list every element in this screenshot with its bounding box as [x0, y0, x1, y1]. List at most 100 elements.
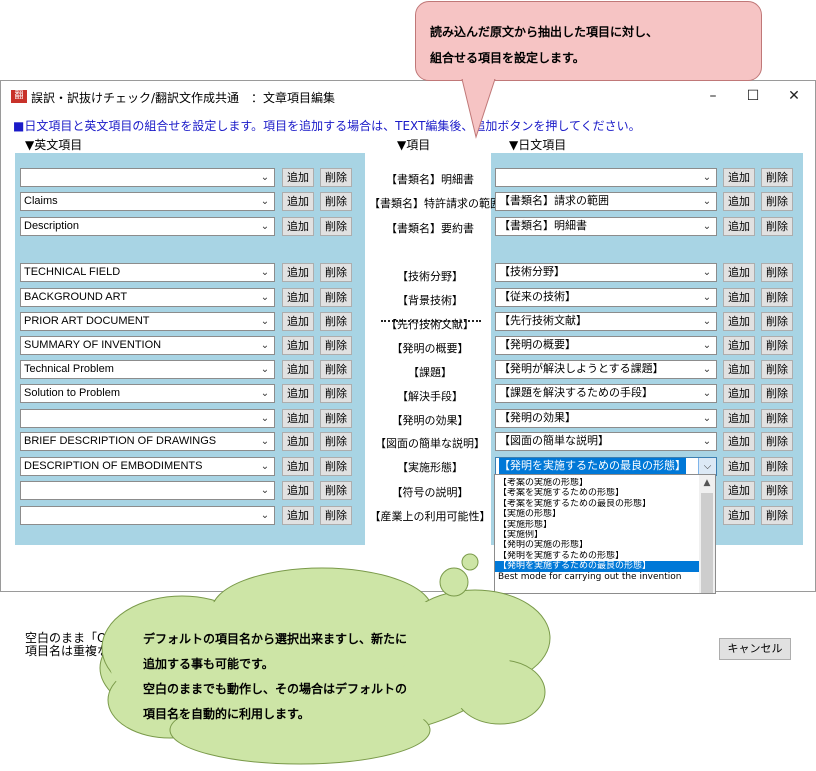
english-item-combo[interactable]: Technical Problem ⌄ — [20, 360, 275, 379]
chevron-down-icon[interactable]: ⌄ — [698, 361, 716, 378]
japanese-delete-button[interactable]: 削除 — [761, 336, 793, 355]
english-item-combo[interactable]: TECHNICAL FIELD ⌄ — [20, 263, 275, 282]
japanese-item-combo[interactable]: 【発明の概要】 ⌄ — [495, 336, 717, 355]
japanese-item-combo[interactable]: 【先行技術文献】 ⌄ — [495, 312, 717, 331]
chevron-down-icon[interactable]: ⌄ — [698, 169, 716, 186]
english-add-button[interactable]: 追加 — [282, 336, 314, 355]
japanese-item-combo[interactable]: 【発明が解決しようとする課題】 ⌄ — [495, 360, 717, 379]
chevron-down-icon[interactable]: ⌵ — [698, 458, 716, 475]
japanese-add-button[interactable]: 追加 — [723, 312, 755, 331]
chevron-down-icon[interactable]: ⌄ — [698, 385, 716, 402]
japanese-add-button[interactable]: 追加 — [723, 217, 755, 236]
japanese-delete-button[interactable]: 削除 — [761, 217, 793, 236]
english-delete-button[interactable]: 削除 — [320, 263, 352, 282]
english-add-button[interactable]: 追加 — [282, 217, 314, 236]
japanese-item-combo[interactable]: 【図面の簡単な説明】 ⌄ — [495, 432, 717, 451]
chevron-down-icon[interactable]: ⌄ — [256, 264, 274, 281]
japanese-delete-button[interactable]: 削除 — [761, 312, 793, 331]
chevron-down-icon[interactable]: ⌄ — [256, 458, 274, 475]
english-add-button[interactable]: 追加 — [282, 312, 314, 331]
japanese-item-combo[interactable]: 【技術分野】 ⌄ — [495, 263, 717, 282]
japanese-delete-button[interactable]: 削除 — [761, 432, 793, 451]
japanese-add-button[interactable]: 追加 — [723, 168, 755, 187]
dropdown-option[interactable]: 【考案の実施の形態】 — [495, 478, 699, 488]
japanese-add-button[interactable]: 追加 — [723, 506, 755, 525]
close-button[interactable]: ✕ — [779, 85, 809, 107]
english-add-button[interactable]: 追加 — [282, 360, 314, 379]
japanese-add-button[interactable]: 追加 — [723, 432, 755, 451]
english-add-button[interactable]: 追加 — [282, 288, 314, 307]
english-item-combo[interactable]: DESCRIPTION OF EMBODIMENTS ⌄ — [20, 457, 275, 476]
english-add-button[interactable]: 追加 — [282, 168, 314, 187]
english-add-button[interactable]: 追加 — [282, 506, 314, 525]
dropdown-option[interactable]: 【実施の形態】 — [495, 509, 699, 519]
japanese-delete-button[interactable]: 削除 — [761, 481, 793, 500]
japanese-delete-button[interactable]: 削除 — [761, 192, 793, 211]
english-delete-button[interactable]: 削除 — [320, 192, 352, 211]
japanese-delete-button[interactable]: 削除 — [761, 288, 793, 307]
english-item-combo[interactable]: Solution to Problem ⌄ — [20, 384, 275, 403]
chevron-down-icon[interactable]: ⌄ — [698, 193, 716, 210]
dropdown-option[interactable]: 【考案を実施するための形態】 — [495, 488, 699, 498]
english-item-combo[interactable]: ⌄ — [20, 506, 275, 525]
english-add-button[interactable]: 追加 — [282, 409, 314, 428]
japanese-add-button[interactable]: 追加 — [723, 336, 755, 355]
english-delete-button[interactable]: 削除 — [320, 288, 352, 307]
english-delete-button[interactable]: 削除 — [320, 432, 352, 451]
japanese-delete-button[interactable]: 削除 — [761, 384, 793, 403]
chevron-down-icon[interactable]: ⌄ — [256, 507, 274, 524]
japanese-delete-button[interactable]: 削除 — [761, 360, 793, 379]
japanese-add-button[interactable]: 追加 — [723, 288, 755, 307]
english-add-button[interactable]: 追加 — [282, 481, 314, 500]
english-delete-button[interactable]: 削除 — [320, 457, 352, 476]
english-item-combo[interactable]: ⌄ — [20, 168, 275, 187]
chevron-down-icon[interactable]: ⌄ — [256, 218, 274, 235]
chevron-down-icon[interactable]: ⌄ — [698, 337, 716, 354]
japanese-item-combo[interactable]: 【書類名】明細書 ⌄ — [495, 217, 717, 236]
english-add-button[interactable]: 追加 — [282, 384, 314, 403]
dropdown-option[interactable]: 【実施形態】 — [495, 520, 699, 530]
english-delete-button[interactable]: 削除 — [320, 312, 352, 331]
chevron-down-icon[interactable]: ⌄ — [256, 169, 274, 186]
maximize-button[interactable]: ☐ — [738, 85, 768, 107]
chevron-down-icon[interactable]: ⌄ — [256, 313, 274, 330]
japanese-item-combo[interactable]: 【課題を解決するための手段】 ⌄ — [495, 384, 717, 403]
chevron-down-icon[interactable]: ⌄ — [256, 433, 274, 450]
english-add-button[interactable]: 追加 — [282, 457, 314, 476]
chevron-down-icon[interactable]: ⌄ — [698, 410, 716, 427]
english-add-button[interactable]: 追加 — [282, 263, 314, 282]
japanese-item-combo[interactable]: ⌄ — [495, 168, 717, 187]
japanese-delete-button[interactable]: 削除 — [761, 409, 793, 428]
chevron-down-icon[interactable]: ⌄ — [698, 218, 716, 235]
japanese-add-button[interactable]: 追加 — [723, 457, 755, 476]
english-delete-button[interactable]: 削除 — [320, 506, 352, 525]
minimize-button[interactable]: – — [698, 85, 728, 107]
english-item-combo[interactable]: BACKGROUND ART ⌄ — [20, 288, 275, 307]
japanese-item-combo[interactable]: 【書類名】請求の範囲 ⌄ — [495, 192, 717, 211]
japanese-add-button[interactable]: 追加 — [723, 481, 755, 500]
japanese-add-button[interactable]: 追加 — [723, 192, 755, 211]
japanese-delete-button[interactable]: 削除 — [761, 263, 793, 282]
japanese-delete-button[interactable]: 削除 — [761, 506, 793, 525]
english-item-combo[interactable]: PRIOR ART DOCUMENT ⌄ — [20, 312, 275, 331]
japanese-add-button[interactable]: 追加 — [723, 263, 755, 282]
japanese-add-button[interactable]: 追加 — [723, 409, 755, 428]
japanese-item-combo[interactable]: 【発明の効果】 ⌄ — [495, 409, 717, 428]
english-item-combo[interactable]: ⌄ — [20, 481, 275, 500]
chevron-down-icon[interactable]: ⌄ — [698, 264, 716, 281]
japanese-delete-button[interactable]: 削除 — [761, 168, 793, 187]
chevron-down-icon[interactable]: ⌄ — [698, 313, 716, 330]
chevron-down-icon[interactable]: ⌄ — [256, 289, 274, 306]
english-item-combo[interactable]: ⌄ — [20, 409, 275, 428]
english-delete-button[interactable]: 削除 — [320, 384, 352, 403]
japanese-add-button[interactable]: 追加 — [723, 384, 755, 403]
chevron-down-icon[interactable]: ⌄ — [256, 482, 274, 499]
english-add-button[interactable]: 追加 — [282, 432, 314, 451]
japanese-add-button[interactable]: 追加 — [723, 360, 755, 379]
english-delete-button[interactable]: 削除 — [320, 481, 352, 500]
japanese-item-combo[interactable]: 【従来の技術】 ⌄ — [495, 288, 717, 307]
english-delete-button[interactable]: 削除 — [320, 409, 352, 428]
chevron-down-icon[interactable]: ⌄ — [256, 385, 274, 402]
dropdown-option[interactable]: 【実施例】 — [495, 530, 699, 540]
chevron-down-icon[interactable]: ⌄ — [256, 193, 274, 210]
